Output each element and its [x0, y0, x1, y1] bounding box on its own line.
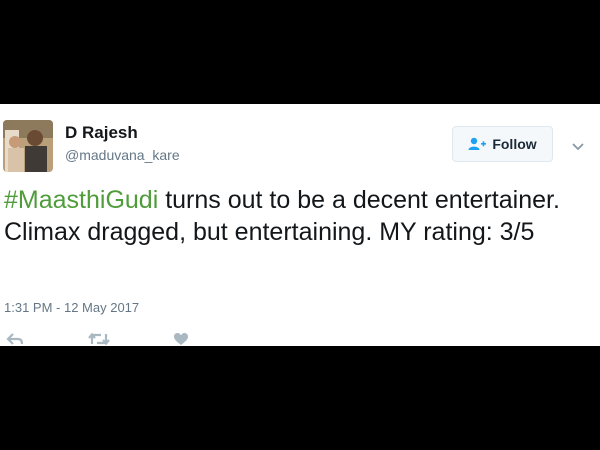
hashtag-link[interactable]: #MaasthiGudi [4, 186, 158, 214]
avatar[interactable] [3, 120, 53, 172]
chevron-down-icon[interactable] [571, 139, 585, 157]
user-handle[interactable]: @maduvana_kare [65, 147, 180, 163]
follow-label: Follow [492, 136, 537, 152]
follow-button[interactable]: Follow [452, 126, 553, 162]
display-name[interactable]: D Rajesh [65, 123, 138, 143]
timestamp[interactable]: 1:31 PM - 12 May 2017 [4, 300, 139, 315]
tweet-card: D Rajesh @maduvana_kare Follow #MaasthiG… [0, 104, 600, 346]
reply-icon[interactable] [6, 332, 24, 346]
heart-icon[interactable] [173, 332, 189, 346]
retweet-icon[interactable] [88, 332, 110, 346]
tweet-text: #MaasthiGudi turns out to be a decent en… [4, 184, 594, 248]
add-user-icon [468, 137, 487, 150]
